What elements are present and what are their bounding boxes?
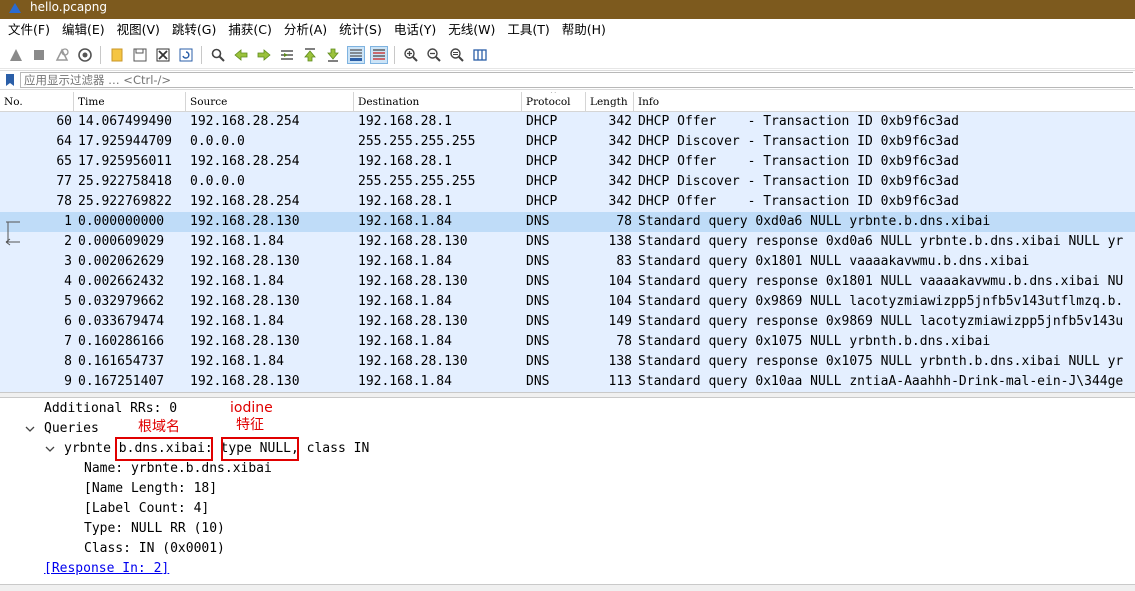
go-last-icon[interactable] [324,46,342,64]
resize-columns-icon[interactable] [471,46,489,64]
wireshark-logo-icon [9,3,21,13]
packet-details: Additional RRs: 0 Queries yrbnte b.dns.x… [0,398,1135,584]
menu-go[interactable]: 跳转(G) [166,19,222,41]
column-header-length[interactable]: Length [586,92,634,112]
response-in-link[interactable]: [Response In: 2] [44,559,169,579]
go-forward-icon[interactable] [255,46,273,64]
packet-row[interactable]: 78 25.922769822 192.168.28.254 192.168.28.1… [0,192,1135,212]
reload-file-icon[interactable] [177,46,195,64]
zoom-out-icon[interactable] [425,46,443,64]
main-toolbar [0,41,1135,69]
packet-row[interactable]: 9 0.167251407 192.168.28.130 192.168.1.84 DN… [0,372,1135,392]
annotation-box-root-domain [115,437,213,461]
menu-statistics[interactable]: 统计(S) [333,19,388,41]
packet-row[interactable]: 2 0.000609029 192.168.1.84 192.168.28.130 DN… [0,232,1135,252]
toolbar-separator [394,45,395,64]
annotation-feature: 特征 [236,417,264,433]
packet-row[interactable]: 6 0.033679474 192.168.1.84 192.168.28.130 DN… [0,312,1135,332]
packet-row[interactable]: 77 25.922758418 0.0.0.0 255.255.255.255 DHCP… [0,172,1135,192]
go-back-icon[interactable] [232,46,250,64]
column-header-no[interactable]: No. [0,92,74,112]
column-header-time[interactable]: Time [74,92,186,112]
query-prefix: yrbnte [64,441,119,456]
window-title: hello.pcapng [30,0,108,14]
packet-row[interactable]: 4 0.002662432 192.168.1.84 192.168.28.130 DN… [0,272,1135,292]
packet-row[interactable]: 7 0.160286166 192.168.28.130 192.168.1.84 DN… [0,332,1135,352]
filter-bookmark-icon[interactable] [4,73,16,87]
menu-capture[interactable]: 捕获(C) [222,19,277,41]
query-class: , class IN [291,441,370,456]
chevron-down-icon[interactable] [25,424,35,434]
go-to-packet-icon[interactable] [278,46,296,64]
stop-capture-icon[interactable] [30,46,48,64]
menu-analyze[interactable]: 分析(A) [278,19,333,41]
chevron-down-icon[interactable] [45,444,55,454]
shark-fin-start-icon[interactable] [7,46,25,64]
display-filter-input[interactable] [20,72,1133,88]
packet-row[interactable]: 3 0.002062629 192.168.28.130 192.168.1.84 DN… [0,252,1135,272]
go-first-icon[interactable] [301,46,319,64]
detail-queries[interactable]: Queries [44,419,99,439]
packet-list-header: No. Time Source Destination Protocol Len… [0,92,1135,112]
packet-row[interactable]: 65 17.925956011 192.168.28.254 192.168.28.1… [0,152,1135,172]
packet-row[interactable]: 8 0.161654737 192.168.1.84 192.168.28.130 DN… [0,352,1135,372]
capture-options-icon[interactable] [76,46,94,64]
restart-capture-icon[interactable] [53,46,71,64]
save-file-icon[interactable] [131,46,149,64]
packet-row-selected[interactable]: 1 0.000000000 192.168.28.130 192.168.1.84 DN… [0,212,1135,232]
packet-row[interactable]: 5 0.032979662 192.168.28.130 192.168.1.84 DN… [0,292,1135,312]
menu-bar: 文件(F) 编辑(E) 视图(V) 跳转(G) 捕获(C) 分析(A) 统计(S… [0,19,1135,41]
display-filter-bar [0,70,1135,90]
column-header-destination[interactable]: Destination [354,92,522,112]
open-file-icon[interactable] [108,46,126,64]
packet-row[interactable]: 60 14.067499490 192.168.28.254 192.168.28.1… [0,112,1135,132]
menu-tools[interactable]: 工具(T) [501,19,555,41]
column-header-info[interactable]: Info [634,92,1135,112]
annotation-iodine: iodine [230,400,273,416]
detail-label-count[interactable]: [Label Count: 4] [84,499,209,519]
toolbar-separator [100,45,101,64]
menu-view[interactable]: 视图(V) [111,19,166,41]
menu-wireless[interactable]: 无线(W) [442,19,501,41]
menu-help[interactable]: 帮助(H) [556,19,612,41]
menu-telephony[interactable]: 电话(Y) [388,19,442,41]
close-file-icon[interactable] [154,46,172,64]
annotation-root-domain: 根域名 [138,419,180,435]
detail-additional-rrs[interactable]: Additional RRs: 0 [44,399,177,419]
zoom-in-icon[interactable] [402,46,420,64]
detail-class[interactable]: Class: IN (0x0001) [84,539,225,559]
detail-type[interactable]: Type: NULL RR (10) [84,519,225,539]
detail-query-entry[interactable]: yrbnte b.dns.xibai: type NULL, class IN [64,439,369,459]
find-packet-icon[interactable] [209,46,227,64]
title-bar: hello.pcapng [0,0,1135,19]
auto-scroll-icon[interactable] [346,45,365,64]
colorize-icon[interactable] [369,45,388,64]
zoom-normal-icon[interactable] [448,46,466,64]
sort-ascending-icon: ^ [550,92,557,98]
packet-row[interactable]: 64 17.925944709 0.0.0.0 255.255.255.255 DHCP… [0,132,1135,152]
toolbar-separator [201,45,202,64]
annotation-box-type-null [221,437,299,461]
column-header-source[interactable]: Source [186,92,354,112]
menu-file[interactable]: 文件(F) [2,19,56,41]
packet-list: No. Time Source Destination Protocol Len… [0,92,1135,392]
detail-name-length[interactable]: [Name Length: 18] [84,479,217,499]
detail-name[interactable]: Name: yrbnte.b.dns.xibai [84,459,272,479]
status-bar-separator [0,584,1135,591]
menu-edit[interactable]: 编辑(E) [56,19,111,41]
